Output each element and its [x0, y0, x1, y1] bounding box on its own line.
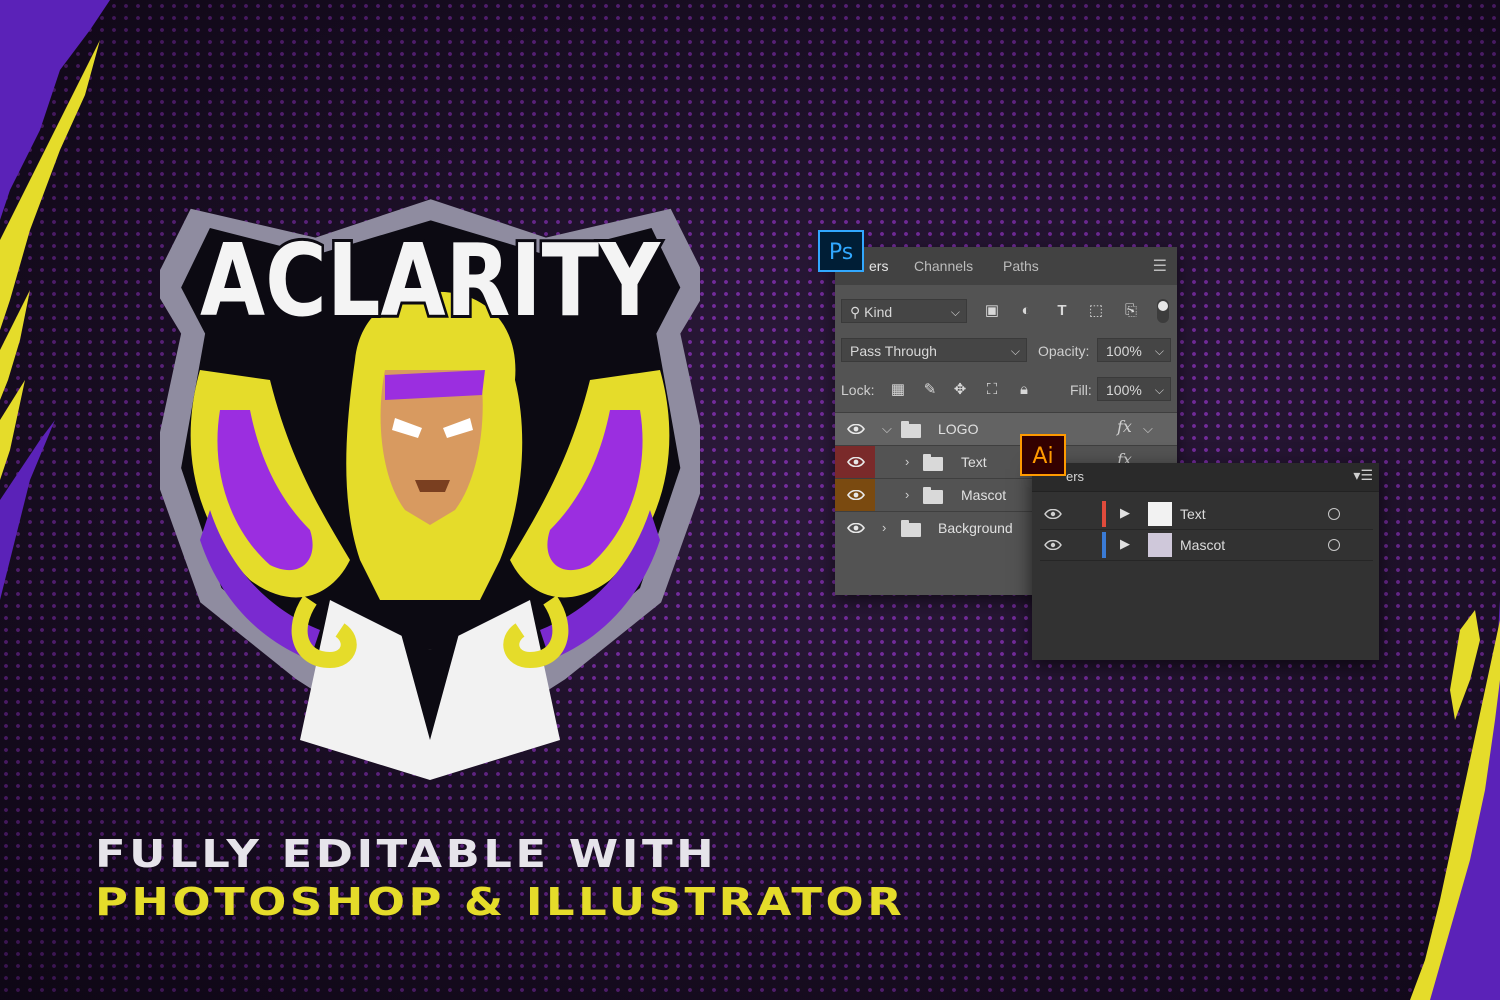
target-circle-icon[interactable] [1328, 508, 1340, 520]
lock-all-icon[interactable]: 🔒︎ [1013, 379, 1035, 401]
visibility-toggle[interactable] [835, 446, 875, 479]
search-icon: ⚲ [850, 304, 865, 320]
photoshop-badge-icon: Ps [818, 230, 864, 272]
panel-menu-icon[interactable]: ☰ [1153, 256, 1167, 276]
logo-brand-text: ACLARITY [200, 222, 661, 339]
filter-toggle[interactable] [1157, 299, 1169, 323]
opacity-label: Opacity: [1038, 343, 1090, 359]
shape-filter-icon[interactable]: ⬚ [1085, 300, 1107, 322]
folder-icon [923, 487, 943, 504]
eye-icon [847, 424, 865, 434]
folder-icon [901, 520, 921, 537]
opacity-input[interactable]: 100% ⌵ [1097, 338, 1171, 362]
layer-name: Text [961, 454, 987, 470]
chevron-right-icon[interactable]: › [882, 520, 886, 535]
eye-icon[interactable] [1044, 509, 1062, 519]
eye-icon [847, 490, 865, 500]
chevron-down-icon: ⌵ [1154, 344, 1164, 358]
blend-mode-value: Pass Through [850, 343, 937, 359]
ai-layer-row-text[interactable]: ▶ Text [1040, 499, 1373, 530]
visibility-toggle[interactable] [835, 512, 875, 545]
ai-panel-header: ers ▾☰ [1032, 463, 1379, 492]
smart-object-filter-icon[interactable]: ⎘ [1120, 300, 1142, 322]
chevron-right-icon[interactable]: › [905, 487, 909, 502]
expand-triangle-icon[interactable]: ▶ [1120, 505, 1130, 521]
layer-color-swatch [1102, 532, 1106, 558]
chevron-down-icon: ⌵ [1154, 383, 1164, 397]
tab-paths[interactable]: Paths [1003, 258, 1039, 274]
layer-thumbnail [1148, 533, 1172, 557]
layer-color-swatch [1102, 501, 1106, 527]
lock-brush-icon[interactable]: ✎ [919, 379, 941, 401]
chevron-down-icon[interactable]: ⌵ [882, 421, 892, 437]
caption-line-1: FULLY EDITABLE WITH [95, 832, 718, 876]
target-circle-icon[interactable] [1328, 539, 1340, 551]
lock-transparent-icon[interactable]: ▦ [887, 379, 909, 401]
chevron-right-icon[interactable]: › [905, 454, 909, 469]
opacity-value: 100% [1106, 343, 1142, 359]
tab-channels[interactable]: Channels [914, 258, 973, 274]
eye-icon[interactable] [1044, 540, 1062, 550]
image-filter-icon[interactable]: ▣ [981, 300, 1003, 322]
fill-label: Fill: [1070, 382, 1092, 398]
eye-icon [847, 457, 865, 467]
fx-icon[interactable]: fx [1117, 417, 1132, 436]
chevron-down-icon: ⌵ [950, 305, 960, 319]
folder-icon [901, 421, 921, 438]
visibility-toggle[interactable] [835, 479, 875, 512]
expand-triangle-icon[interactable]: ▶ [1120, 536, 1130, 552]
blend-mode-select[interactable]: Pass Through ⌵ [841, 338, 1027, 362]
layer-name: Text [1180, 506, 1206, 522]
lock-move-icon[interactable]: ✥ [949, 379, 971, 401]
adjustment-filter-icon[interactable]: ◐ [1015, 300, 1037, 322]
panel-menu-icon[interactable]: ▾☰ [1353, 467, 1373, 484]
layer-name: LOGO [938, 421, 979, 437]
folder-icon [923, 454, 943, 471]
layer-name: Background [938, 520, 1013, 536]
caption-line-2: PHOTOSHOP & ILLUSTRATOR [95, 880, 906, 924]
aclarity-mascot-logo: ACLARITY [160, 199, 700, 780]
layer-name: Mascot [1180, 537, 1226, 553]
layer-row-logo[interactable]: ⌵ LOGO fx ⌵ [835, 412, 1177, 446]
type-filter-icon[interactable]: T [1051, 300, 1073, 322]
fill-input[interactable]: 100% ⌵ [1097, 377, 1171, 401]
illustrator-layers-panel: ers ▾☰ ▶ Text ▶ Mascot [1032, 463, 1379, 660]
fill-value: 100% [1106, 382, 1142, 398]
layer-name: Mascot [961, 487, 1007, 503]
tab-layers[interactable]: ers [1066, 469, 1084, 484]
ai-layer-row-mascot[interactable]: ▶ Mascot [1040, 530, 1373, 561]
lock-label: Lock: [841, 382, 875, 398]
visibility-toggle[interactable] [835, 413, 875, 446]
layer-thumbnail [1148, 502, 1172, 526]
filter-kind-label: Kind [864, 304, 893, 320]
lock-artboard-icon[interactable]: ⛶ [981, 379, 1003, 401]
right-grunge-decoration [1410, 600, 1500, 1000]
filter-kind-select[interactable]: ⚲ Kind ⌵ [841, 299, 967, 323]
banner-background: ACLARITY FULLY EDITABLE WITH PHOTOSHOP &… [0, 0, 1500, 1000]
eye-icon [847, 523, 865, 533]
ps-panel-tabs: ers Channels Paths ☰ [835, 247, 1177, 285]
chevron-down-icon: ⌵ [1010, 344, 1020, 358]
chevron-down-icon[interactable]: ⌵ [1143, 421, 1153, 437]
illustrator-badge-icon: Ai [1020, 434, 1066, 476]
left-grunge-decoration [0, 0, 110, 600]
tab-layers[interactable]: ers [869, 258, 888, 274]
